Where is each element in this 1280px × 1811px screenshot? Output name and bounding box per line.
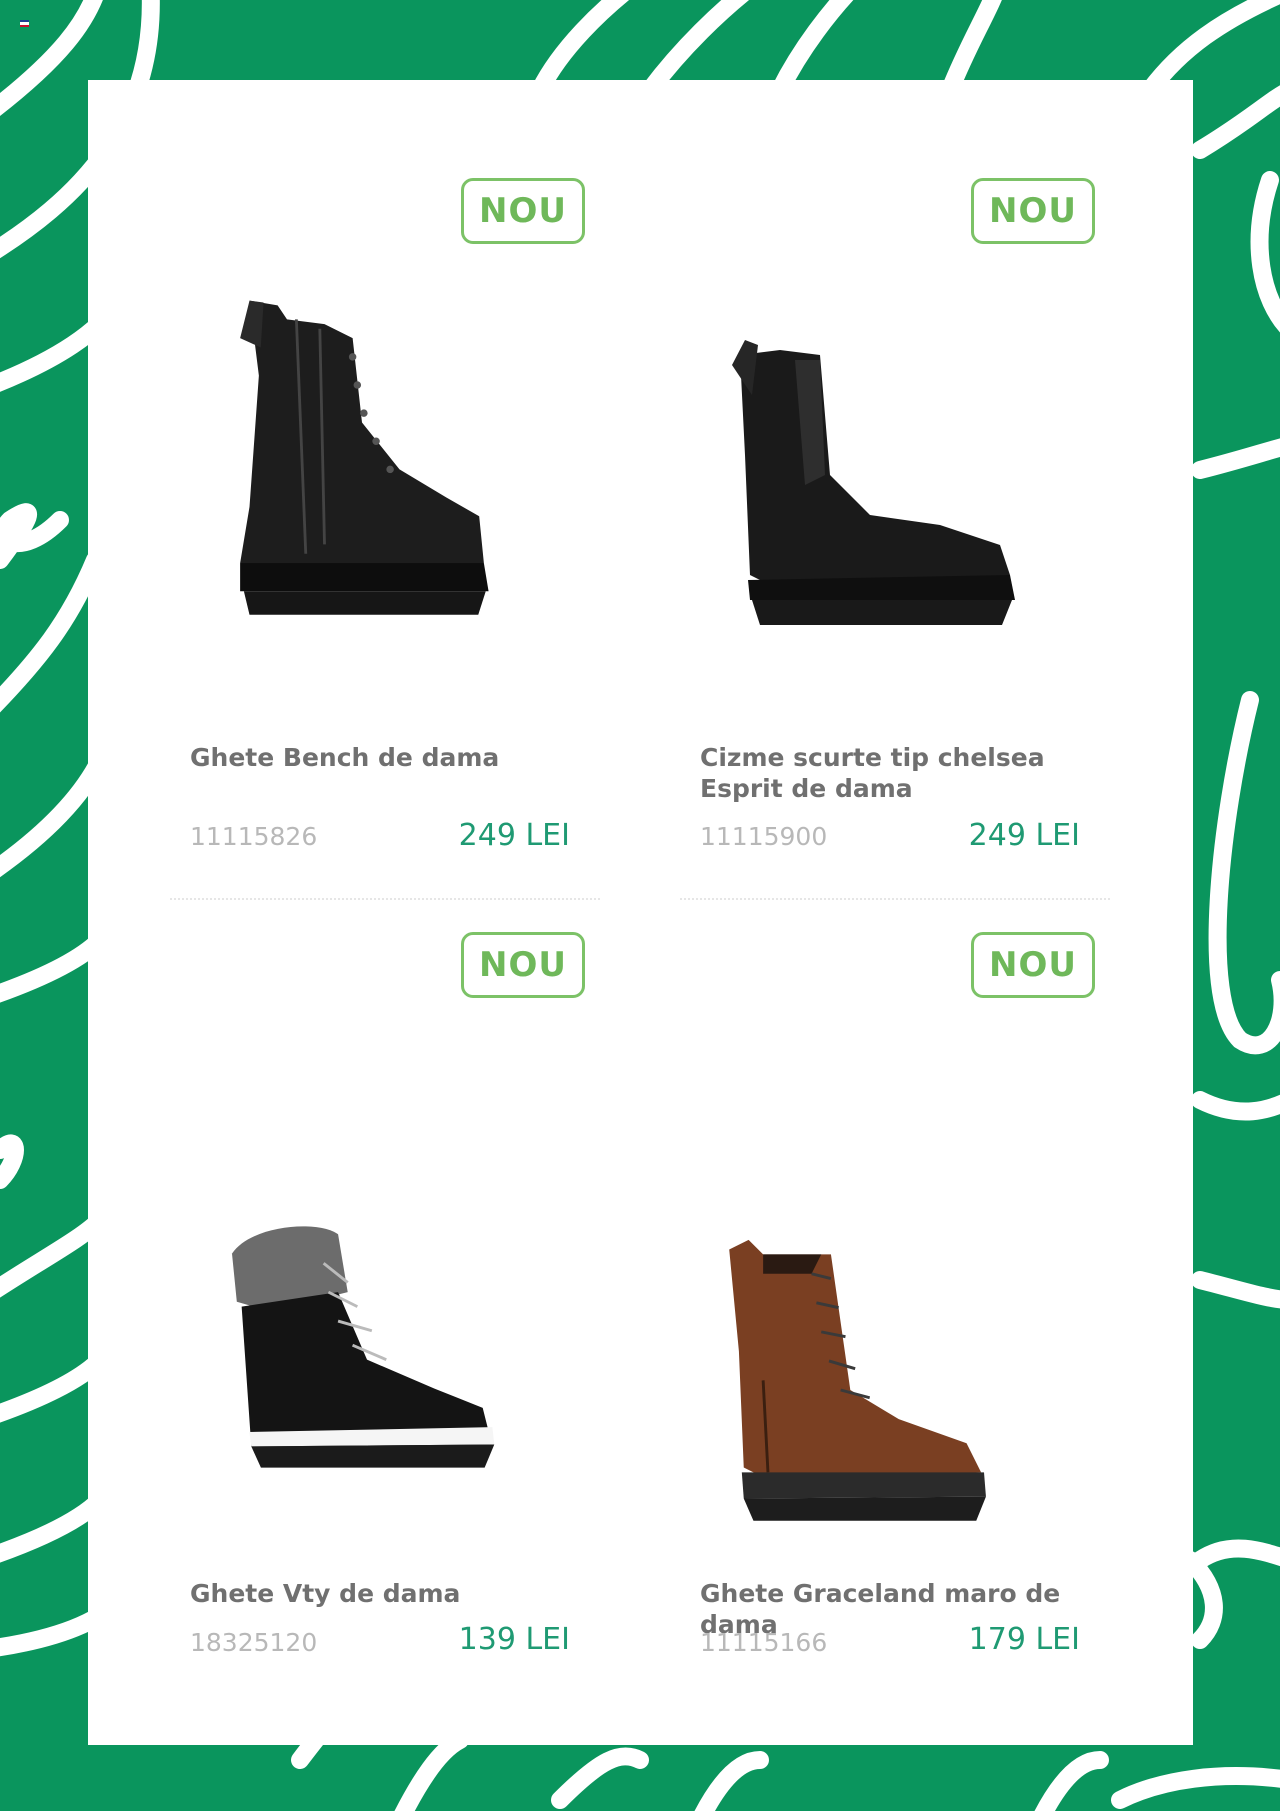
- product-page: NOU Ghete Bench de dama 11115826 249 LEI…: [88, 80, 1193, 1745]
- product-title: Ghete Bench de dama: [190, 743, 500, 772]
- black-lace-up-boot-image: [240, 300, 489, 615]
- divider: [680, 898, 1110, 900]
- product-code: 11115900: [700, 822, 828, 851]
- product-card[interactable]: NOU Cizme scurte tip chelsea Esprit de d…: [660, 80, 1110, 900]
- product-card[interactable]: NOU Ghete Vty de dama 18325120 139 LEI: [150, 920, 600, 1720]
- product-title: Ghete Vty de dama: [190, 1579, 461, 1608]
- product-code: 11115166: [700, 1628, 828, 1657]
- product-price: 249 LEI: [458, 818, 570, 853]
- product-price: 179 LEI: [968, 1622, 1080, 1657]
- new-badge: NOU: [971, 932, 1095, 998]
- product-title: Cizme scurte tip chelsea Esprit de dama: [700, 743, 1045, 803]
- product-price: 249 LEI: [968, 818, 1080, 853]
- product-card[interactable]: NOU Ghete Bench de dama 11115826 249 LEI: [150, 80, 600, 900]
- divider: [170, 898, 600, 900]
- product-card[interactable]: NOU Ghete Graceland maro de dama 1111516…: [660, 920, 1110, 1720]
- new-badge: NOU: [461, 932, 585, 998]
- black-chelsea-boot-image: [732, 340, 1015, 625]
- brown-lace-up-boot-image: [729, 1239, 986, 1521]
- new-badge: NOU: [461, 178, 585, 244]
- new-badge: NOU: [971, 178, 1095, 244]
- product-code: 11115826: [190, 822, 318, 851]
- product-code: 18325120: [190, 1628, 318, 1657]
- flag-icon: [20, 20, 29, 27]
- black-fur-cuff-boot-image: [232, 1226, 495, 1468]
- product-price: 139 LEI: [458, 1622, 570, 1657]
